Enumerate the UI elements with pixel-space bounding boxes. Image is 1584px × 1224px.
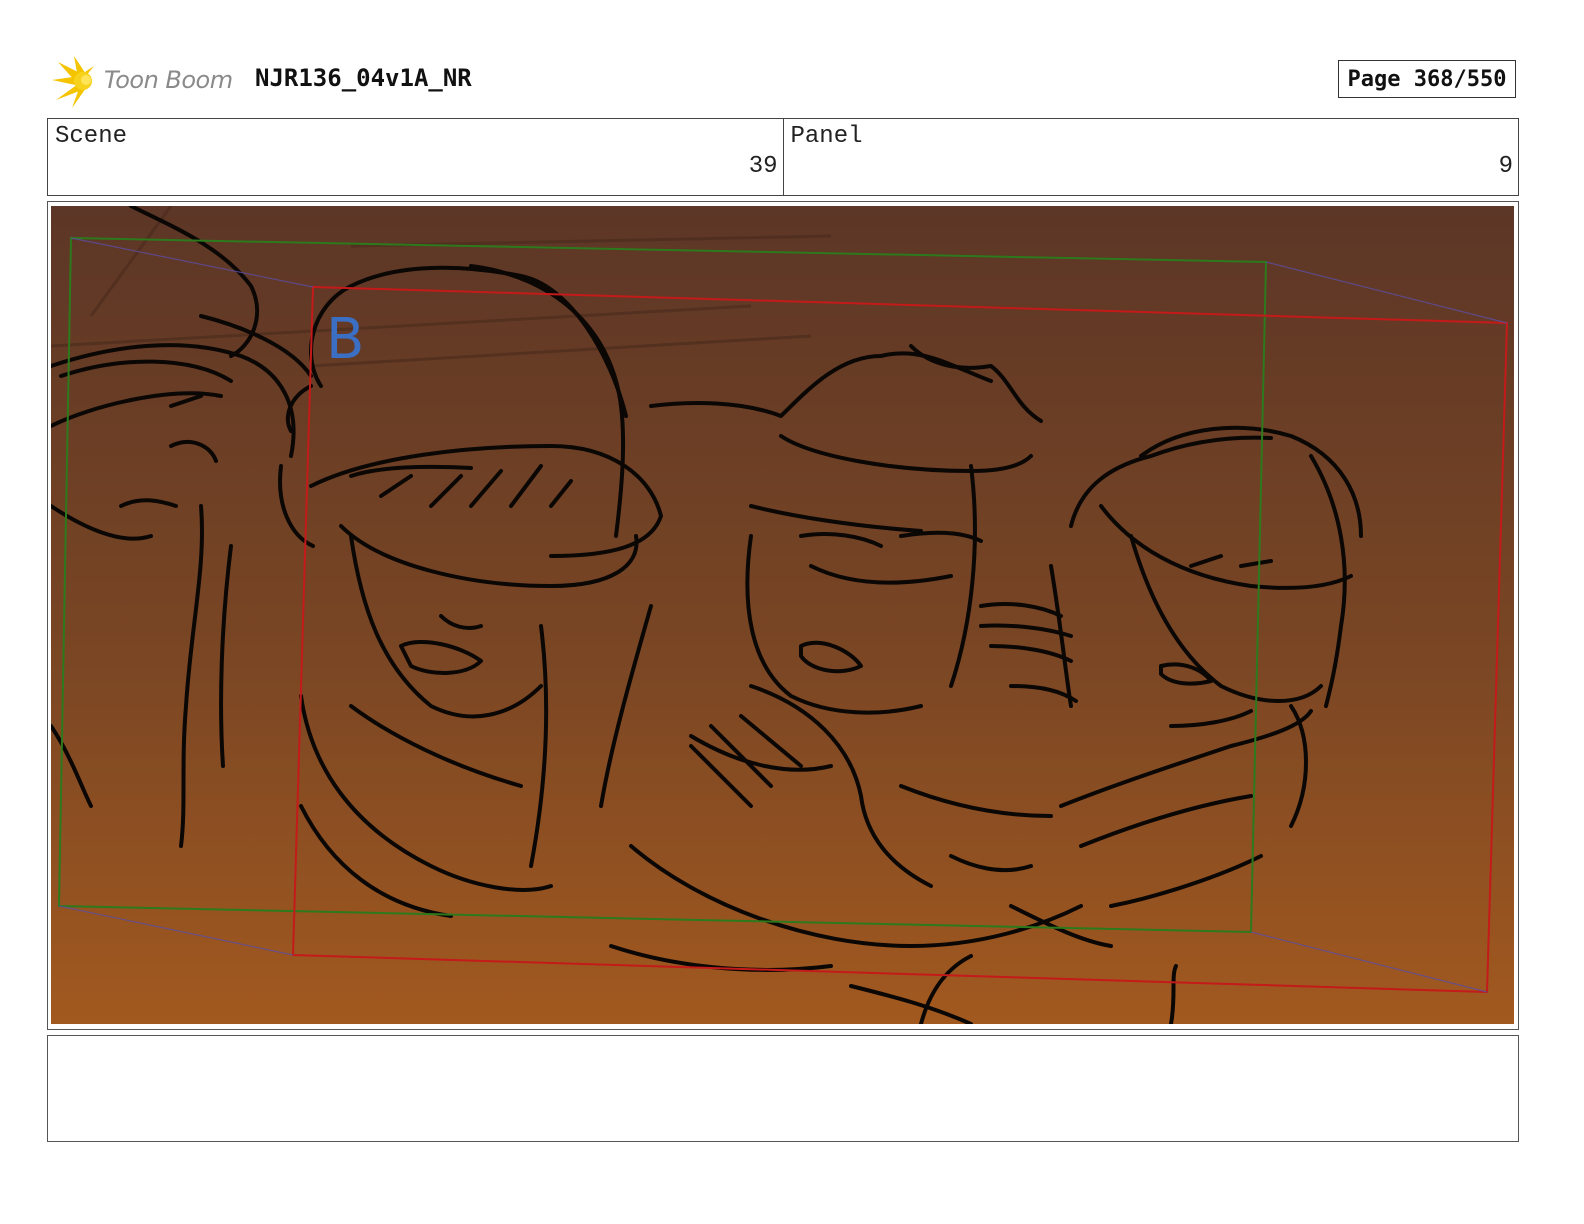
page-number-box: Page 368/550 — [1338, 60, 1516, 98]
page-number: Page 368/550 — [1347, 66, 1507, 92]
scene-panel-info: Scene 39 Panel 9 — [47, 118, 1519, 196]
storyboard-sketch: B — [51, 206, 1514, 1024]
scene-label: Scene — [55, 123, 128, 150]
panel-background — [51, 206, 1514, 1024]
layer-marker: B — [326, 307, 364, 372]
scene-cell: Scene 39 — [48, 119, 783, 195]
panel-notes-box — [47, 1035, 1519, 1142]
logo-text: Toon Boom — [104, 66, 233, 94]
panel-label: Panel — [790, 123, 863, 150]
panel-number: 9 — [1498, 153, 1513, 180]
toon-boom-logo: Toon Boom — [50, 56, 240, 108]
panel-cell: Panel 9 — [782, 119, 1519, 195]
scene-number: 39 — [748, 153, 778, 180]
sunburst-logo-icon — [52, 56, 94, 108]
project-title: NJR136_04v1A_NR — [255, 64, 472, 92]
storyboard-panel-frame: B — [47, 201, 1519, 1030]
